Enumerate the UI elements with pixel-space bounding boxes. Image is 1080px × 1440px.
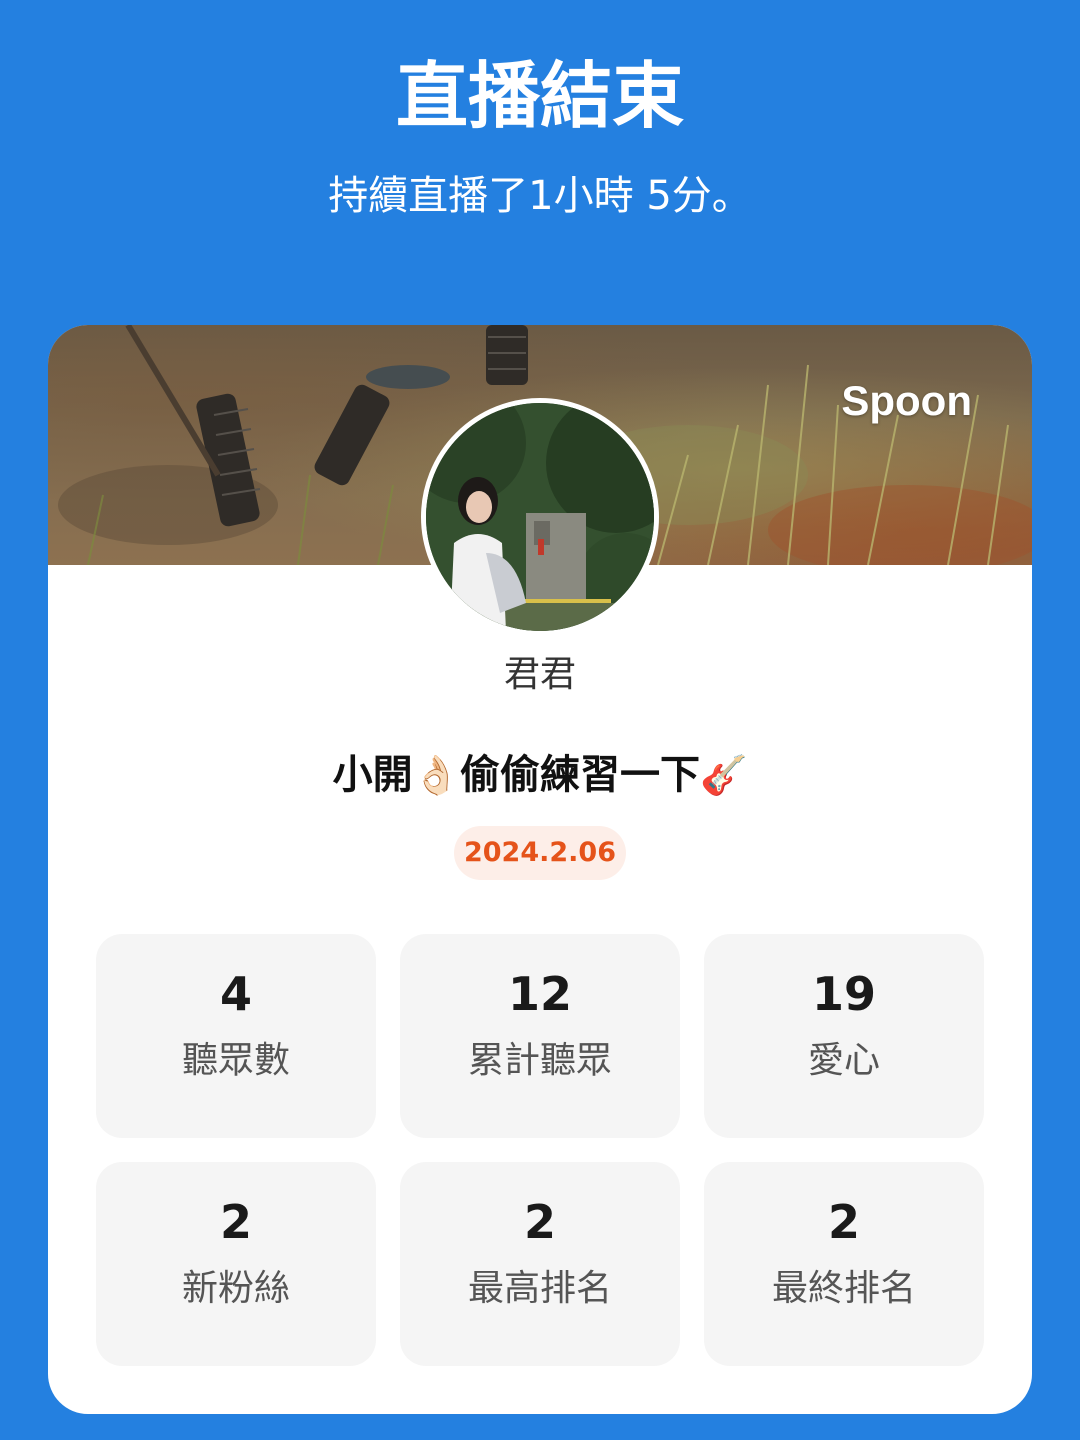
stat-value: 19 (811, 967, 876, 1021)
live-title-part2: 偷偷練習一下 (460, 752, 700, 798)
live-title-part1: 小開 (332, 752, 413, 798)
stat-final-rank: 2 最終排名 (704, 1162, 984, 1366)
stat-value: 4 (219, 967, 252, 1021)
header-title: 直播結束 (395, 54, 684, 138)
guitar-icon: 🎸 (700, 753, 748, 797)
stat-listeners: 4 聽眾數 (96, 934, 376, 1138)
username: 君君 (503, 654, 576, 695)
stat-value: 2 (827, 1195, 860, 1249)
stat-new-fans: 2 新粉絲 (96, 1162, 376, 1366)
stat-label: 最高排名 (467, 1268, 612, 1309)
stat-label: 累計聽眾 (467, 1040, 612, 1081)
stat-value: 2 (523, 1195, 556, 1249)
stat-label: 新粉絲 (181, 1268, 290, 1309)
stat-label: 愛心 (807, 1040, 880, 1081)
avatar-photo (426, 403, 654, 631)
spoon-logo: Spoon (841, 377, 972, 424)
result-card: Spoon 君君 小開👌🏻偷偷練習一下🎸 2024.2.06 4 聽眾數 12 (48, 325, 1032, 1414)
stat-value: 2 (219, 1195, 252, 1249)
stat-cumulative-listeners: 12 累計聽眾 (400, 934, 680, 1138)
stat-label: 最終排名 (771, 1268, 916, 1309)
stat-value: 12 (507, 967, 572, 1021)
stat-label: 聽眾數 (181, 1040, 290, 1081)
stat-hearts: 19 愛心 (704, 934, 984, 1138)
stat-highest-rank: 2 最高排名 (400, 1162, 680, 1366)
date-badge: 2024.2.06 (454, 826, 626, 880)
avatar[interactable] (421, 398, 659, 636)
header-subtitle: 持續直播了1小時 5分。 (328, 173, 752, 219)
ok-hand-icon: 👌🏻 (412, 753, 460, 797)
live-title: 小開👌🏻偷偷練習一下🎸 (48, 745, 1032, 805)
